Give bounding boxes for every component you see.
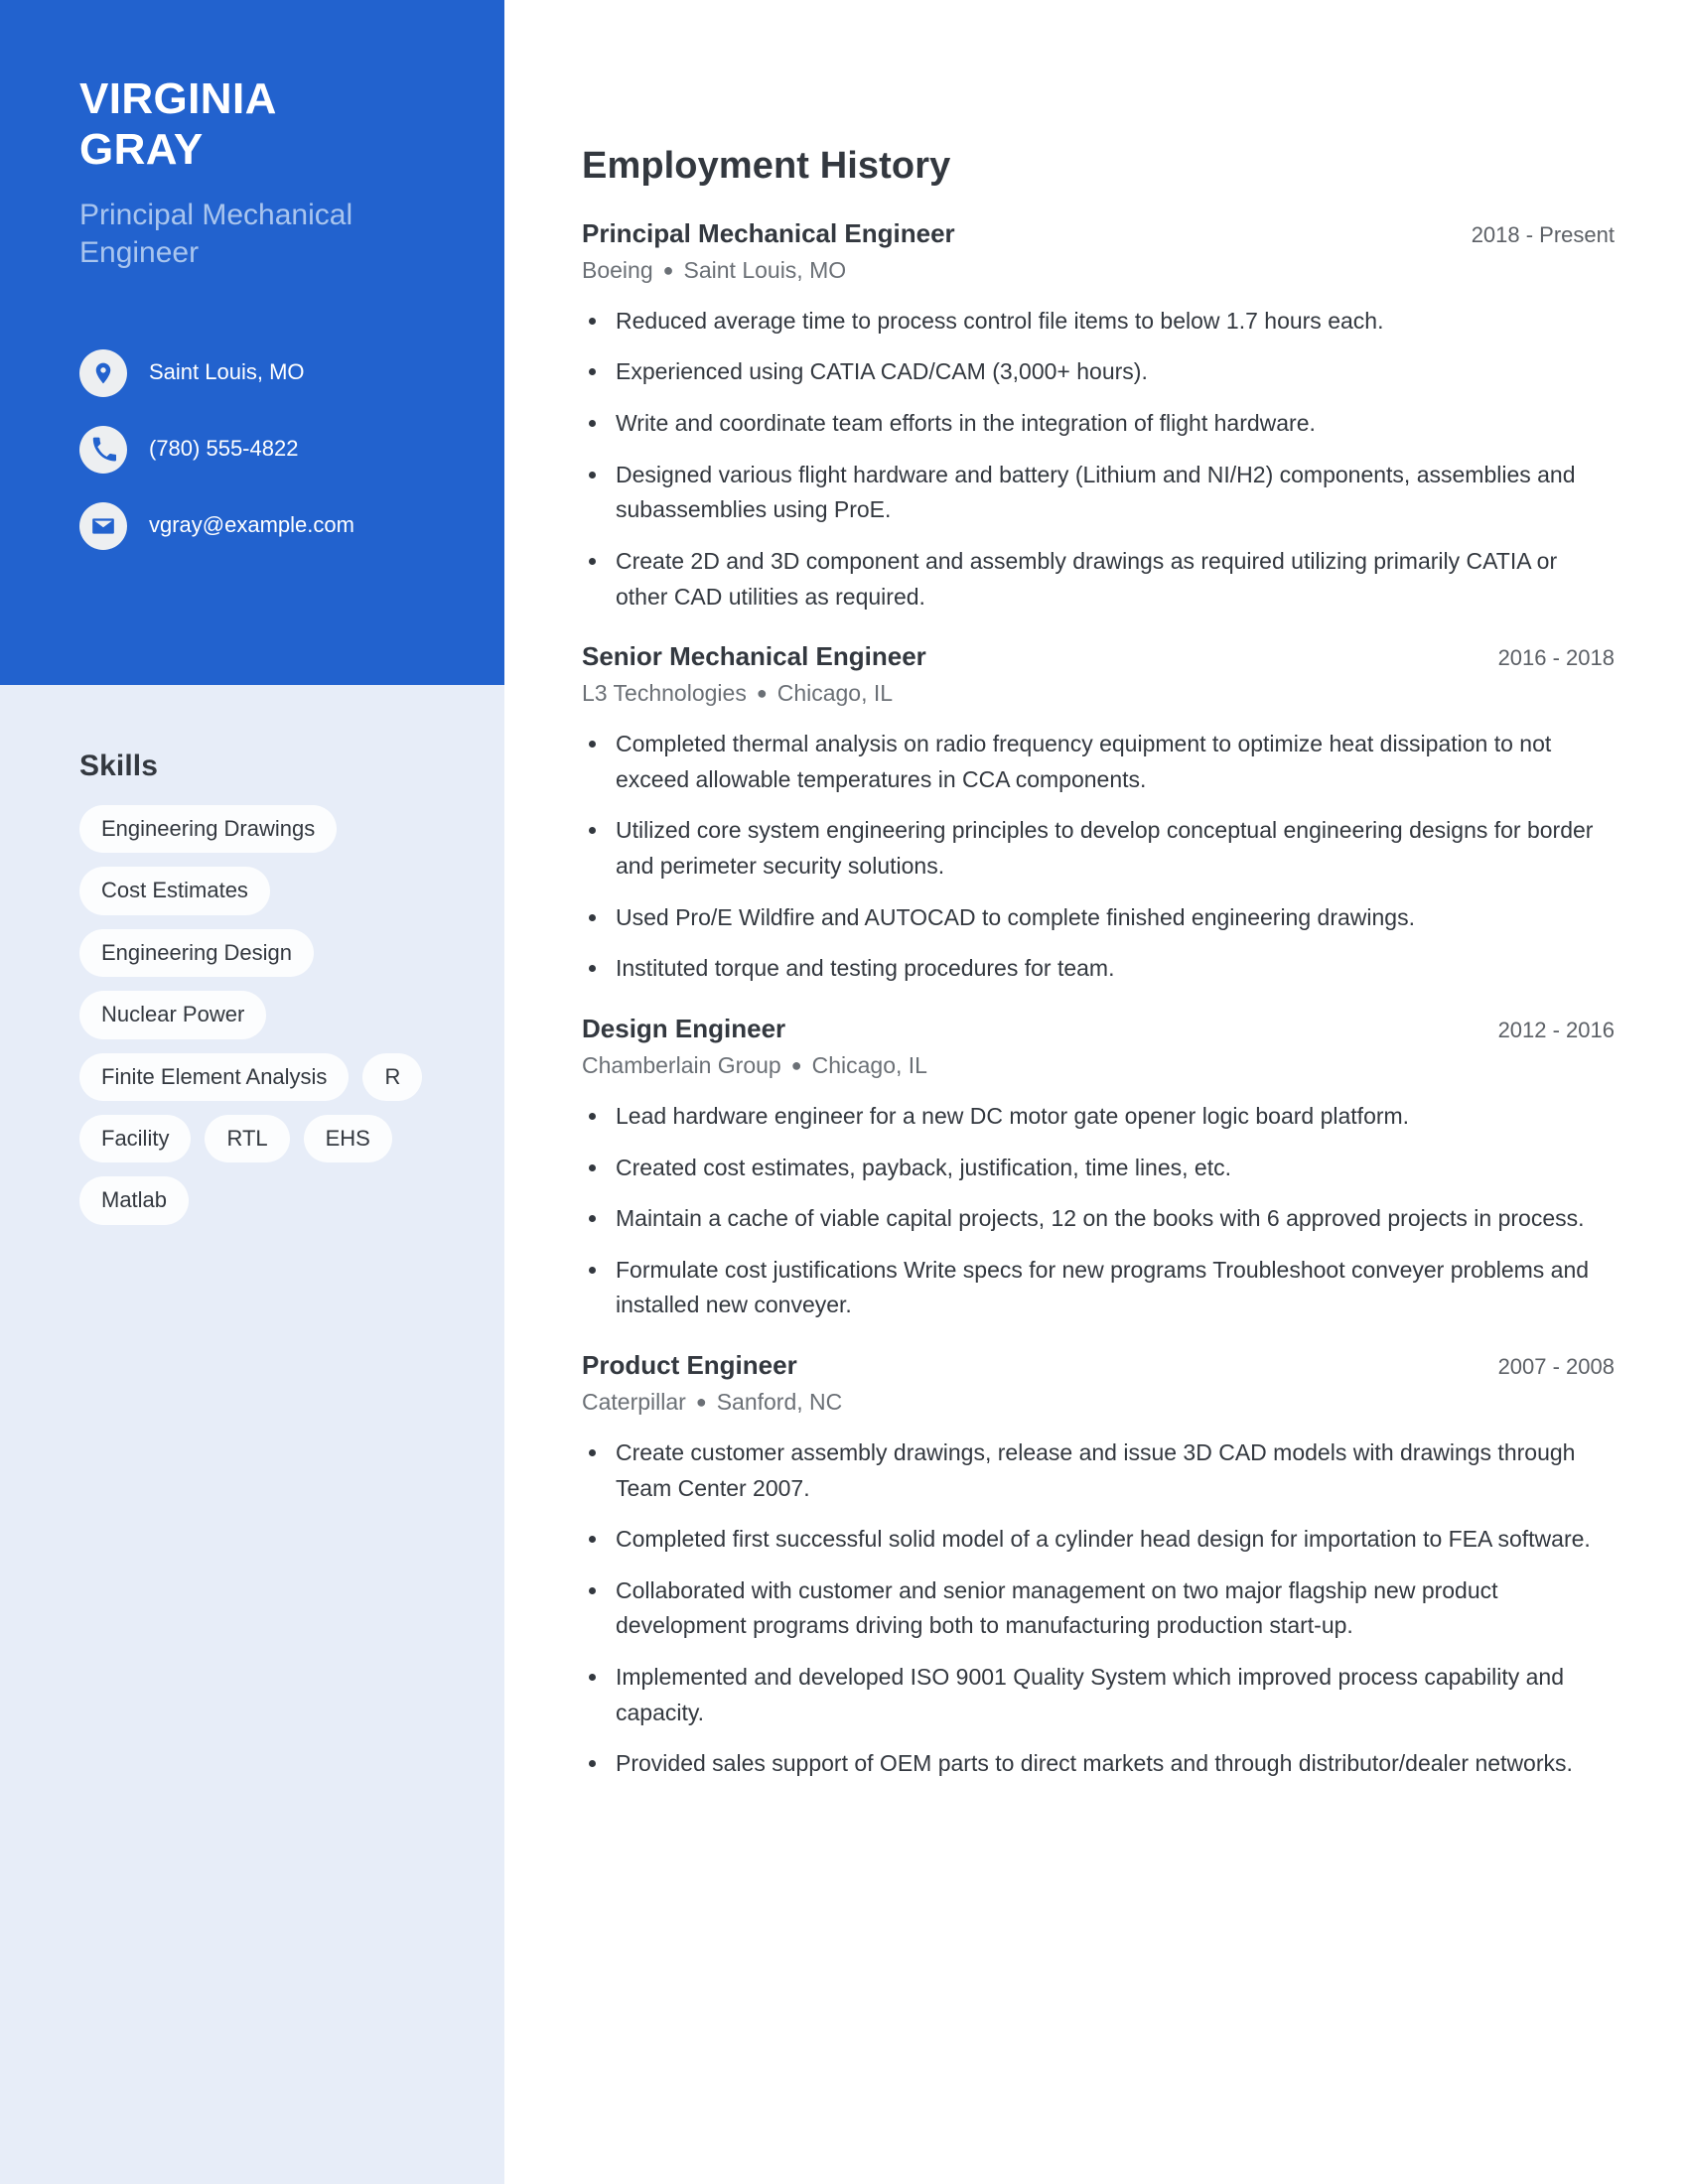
job-entry: Design Engineer 2012 - 2016 Chamberlain … — [582, 1013, 1615, 1323]
bullet-separator-icon: ● — [756, 682, 768, 703]
job-location: Saint Louis, MO — [683, 256, 847, 283]
bullet-separator-icon: ● — [662, 259, 674, 280]
skill-tag: EHS — [303, 1114, 392, 1163]
job-bullet: Created cost estimates, payback, justifi… — [582, 1151, 1615, 1186]
job-bullet: Completed first successful solid model o… — [582, 1522, 1615, 1558]
contact-item-phone: (780) 555-4822 — [79, 425, 431, 474]
job-entry: Senior Mechanical Engineer 2016 - 2018 L… — [582, 640, 1615, 987]
job-company: Boeing — [582, 256, 653, 283]
candidate-name: VIRGINIA GRAY — [79, 73, 431, 175]
phone-icon — [79, 425, 127, 474]
contact-item-email: vgray@example.com — [79, 501, 431, 550]
contact-email-value: vgray@example.com — [149, 512, 354, 538]
job-bullet-list: Reduced average time to process control … — [582, 304, 1615, 614]
job-bullet-list: Completed thermal analysis on radio freq… — [582, 727, 1615, 987]
candidate-last-name: GRAY — [79, 125, 204, 175]
job-bullet: Write and coordinate team efforts in the… — [582, 406, 1615, 442]
job-location: Chicago, IL — [776, 680, 894, 707]
envelope-icon — [79, 501, 127, 550]
skill-tag: Engineering Design — [79, 928, 315, 978]
job-dates: 2016 - 2018 — [1497, 645, 1615, 671]
job-bullet-list: Create customer assembly drawings, relea… — [582, 1435, 1615, 1782]
bullet-separator-icon: ● — [695, 1391, 707, 1412]
job-meta: Boeing ● Saint Louis, MO — [582, 255, 1615, 286]
job-entry: Product Engineer 2007 - 2008 Caterpillar… — [582, 1349, 1615, 1782]
job-location: Chicago, IL — [811, 1051, 927, 1078]
job-dates: 2007 - 2008 — [1497, 1354, 1615, 1380]
sidebar-header: VIRGINIA GRAY Principal Mechanical Engin… — [0, 0, 504, 685]
bullet-separator-icon: ● — [790, 1054, 802, 1075]
job-dates: 2012 - 2016 — [1497, 1018, 1615, 1043]
skill-tag: Matlab — [79, 1176, 190, 1225]
candidate-job-title: Principal Mechanical Engineer — [79, 199, 353, 269]
job-company: L3 Technologies — [582, 680, 747, 707]
job-entry: Principal Mechanical Engineer 2018 - Pre… — [582, 217, 1615, 614]
skill-tag: Finite Element Analysis — [79, 1052, 350, 1101]
location-pin-icon — [79, 348, 127, 397]
job-role: Principal Mechanical Engineer — [582, 218, 955, 248]
candidate-first-name: VIRGINIA — [79, 74, 277, 123]
job-role: Senior Mechanical Engineer — [582, 641, 926, 672]
job-bullet: Maintain a cache of viable capital proje… — [582, 1201, 1615, 1237]
job-meta: Chamberlain Group ● Chicago, IL — [582, 1050, 1615, 1081]
job-company: Chamberlain Group — [582, 1051, 781, 1078]
job-bullet: Create customer assembly drawings, relea… — [582, 1435, 1615, 1506]
job-bullet: Utilized core system engineering princip… — [582, 813, 1615, 884]
sidebar: VIRGINIA GRAY Principal Mechanical Engin… — [0, 0, 504, 2184]
skills-section: Skills Engineering Drawings Cost Estimat… — [0, 685, 504, 2184]
job-company: Caterpillar — [582, 1388, 686, 1415]
job-location: Sanford, NC — [716, 1388, 843, 1415]
job-bullet: Implemented and developed ISO 9001 Quali… — [582, 1660, 1615, 1730]
job-header: Product Engineer 2007 - 2008 — [582, 1349, 1615, 1383]
job-bullet: Provided sales support of OEM parts to d… — [582, 1746, 1615, 1782]
job-meta: L3 Technologies ● Chicago, IL — [582, 678, 1615, 709]
skill-tag: Cost Estimates — [79, 867, 270, 915]
skills-heading: Skills — [79, 750, 158, 782]
job-bullet: Formulate cost justifications Write spec… — [582, 1253, 1615, 1323]
skill-tag: R — [362, 1052, 423, 1101]
skill-tag: Nuclear Power — [79, 991, 267, 1039]
job-header: Senior Mechanical Engineer 2016 - 2018 — [582, 640, 1615, 674]
contact-list: Saint Louis, MO (780) 555-4822 vgray@exa… — [79, 348, 431, 550]
job-role: Product Engineer — [582, 1350, 797, 1381]
main-content: Employment History Principal Mechanical … — [504, 0, 1688, 2184]
job-header: Design Engineer 2012 - 2016 — [582, 1013, 1615, 1046]
contact-location-value: Saint Louis, MO — [149, 359, 305, 385]
job-header: Principal Mechanical Engineer 2018 - Pre… — [582, 217, 1615, 251]
contact-item-location: Saint Louis, MO — [79, 348, 431, 397]
job-bullet: Completed thermal analysis on radio freq… — [582, 727, 1615, 797]
skill-tag: Engineering Drawings — [79, 805, 338, 854]
resume-page: VIRGINIA GRAY Principal Mechanical Engin… — [0, 0, 1688, 2184]
job-bullet-list: Lead hardware engineer for a new DC moto… — [582, 1099, 1615, 1323]
job-bullet: Collaborated with customer and senior ma… — [582, 1573, 1615, 1644]
job-bullet: Reduced average time to process control … — [582, 304, 1615, 340]
skill-tag-list: Engineering Drawings Cost Estimates Engi… — [79, 805, 459, 1225]
job-bullet: Create 2D and 3D component and assembly … — [582, 544, 1615, 614]
job-bullet: Experienced using CATIA CAD/CAM (3,000+ … — [582, 354, 1615, 390]
job-bullet: Designed various flight hardware and bat… — [582, 458, 1615, 528]
contact-phone-value: (780) 555-4822 — [149, 436, 299, 462]
job-dates: 2018 - Present — [1471, 222, 1615, 247]
job-bullet: Instituted torque and testing procedures… — [582, 951, 1615, 987]
job-bullet: Used Pro/E Wildfire and AUTOCAD to compl… — [582, 900, 1615, 936]
job-role: Design Engineer — [582, 1014, 786, 1044]
employment-history-heading: Employment History — [582, 145, 951, 187]
job-bullet: Lead hardware engineer for a new DC moto… — [582, 1099, 1615, 1135]
skill-tag: Facility — [79, 1114, 192, 1163]
skill-tag: RTL — [205, 1114, 290, 1163]
job-meta: Caterpillar ● Sanford, NC — [582, 1387, 1615, 1418]
